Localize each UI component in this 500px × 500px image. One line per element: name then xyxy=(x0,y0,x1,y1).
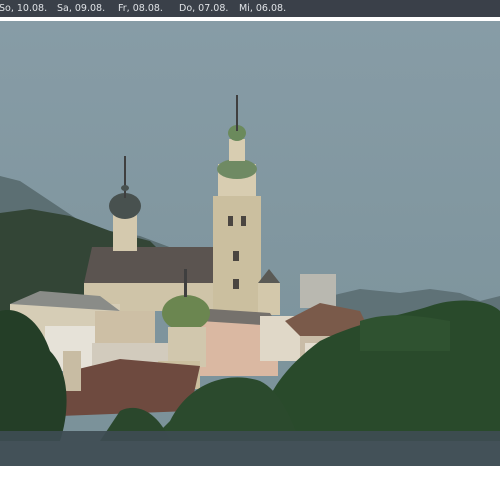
left-tower-spire xyxy=(124,156,126,198)
tab-wednesday[interactable]: Mi, 06.08. xyxy=(239,0,286,17)
tab-thursday[interactable]: Do, 07.08. xyxy=(179,0,228,17)
webcam-scene xyxy=(0,21,500,466)
main-tower-dome xyxy=(217,159,257,179)
onion-dome xyxy=(162,295,210,331)
tab-saturday[interactable]: Sa, 09.08. xyxy=(57,0,105,17)
main-tower-spire xyxy=(236,95,238,131)
church-roof xyxy=(84,247,219,283)
footer-bar xyxy=(0,431,500,466)
page-bottom xyxy=(0,466,500,500)
distant-building xyxy=(300,274,336,308)
date-tab-bar: So, 10.08. Sa, 09.08. Fr, 08.08. Do, 07.… xyxy=(0,0,500,17)
webcam-image[interactable] xyxy=(0,21,500,466)
tab-friday[interactable]: Fr, 08.08. xyxy=(118,0,163,17)
tab-sunday[interactable]: So, 10.08. xyxy=(0,0,47,17)
